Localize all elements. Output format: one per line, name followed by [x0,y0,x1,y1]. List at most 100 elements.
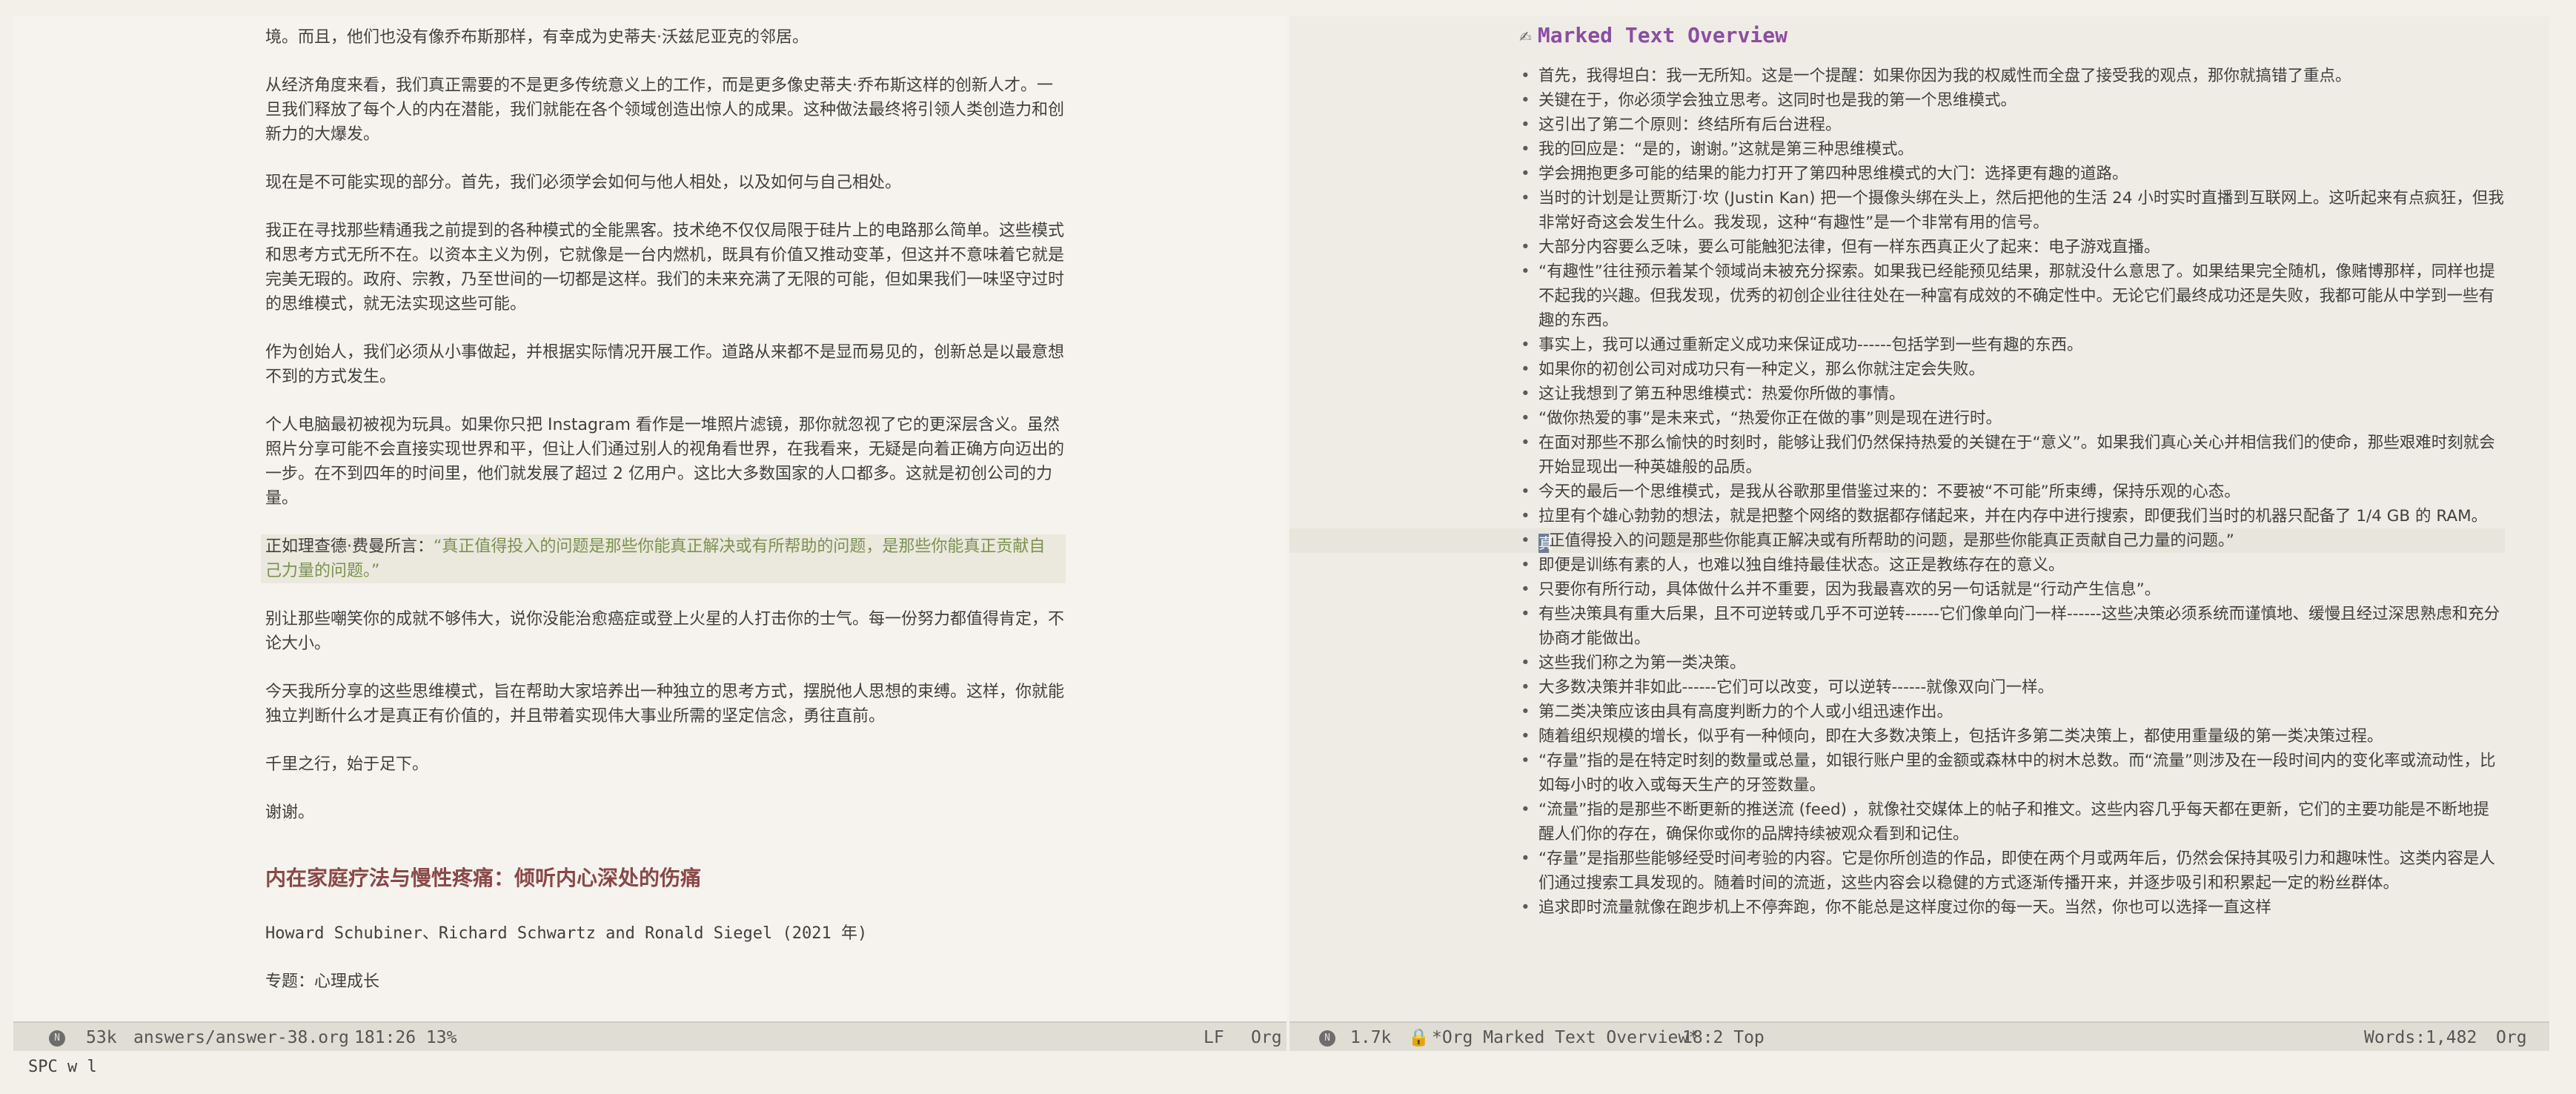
marked-text-item[interactable]: • 当时的计划是让贾斯汀·坎 (Justin Kan) 把一个摄像头绑在头上，然后… [1519,186,2505,235]
marked-text-item-text: 关键在于，你必须学会独立思考。这同时也是我的第一个思维模式。 [1538,91,2017,110]
bullet-icon: • [1521,654,1530,672]
marked-text-item[interactable]: • 如果你的初创公司对成功只有一种定义，那么你就注定会失败。 [1519,357,2505,382]
marked-text-item-text: 今天的最后一个思维模式，是我从谷歌那里借鉴过来的：不要被“不可能”所束缚，保持乐… [1538,483,2240,501]
marked-text-item[interactable]: • 这引出了第二个原则：终结所有后台进程。 [1519,113,2505,137]
left-editor-pane[interactable]: 境。而且，他们也没有像乔布斯那样，有幸成为史蒂夫·沃兹尼亚克的邻居。 从经济角度… [13,16,1287,1030]
marked-text-item[interactable]: • 真正值得投入的问题是那些你能真正解决或有所帮助的问题，是那些你能真正贡献自己力… [1289,528,2505,553]
bullet-icon: • [1521,703,1530,721]
modeline-left: N 53k answers/answer-38.org 181:26 13% L… [13,1021,1287,1051]
quote-lead: 正如理查德·费曼所言： [265,537,434,556]
marked-text-item-text: 在面对那些不那么愉快的时刻时，能够让我们仍然保持热爱的关键在于“意义”。如果我们… [1538,434,2495,477]
major-mode[interactable]: Org [1251,1023,1282,1051]
buffer-file-name[interactable]: answers/answer-38.org [133,1023,349,1051]
bullet-icon: • [1521,752,1530,770]
marked-text-item-text: 追求即时流量就像在跑步机上不停奔跑，你不能总是这样度过你的每一天。当然，你也可以… [1538,898,2272,917]
major-mode[interactable]: Org [2496,1023,2527,1051]
writing-hand-icon: ✍ [1519,23,1532,47]
marked-text-item-text: 大多数决策并非如此------它们可以改变，可以逆转------就像双向门一样。 [1538,678,2054,697]
bullet-icon: • [1521,91,1530,110]
buffer-state-icon: N [1319,1023,1335,1051]
marked-text-item[interactable]: • “流量”指的是那些不断更新的推送流 (feed) ，就像社交媒体上的帖子和推文… [1519,798,2505,846]
paragraph: 我正在寻找那些精通我之前提到的各种模式的全能黑客。技术绝不仅仅局限于硅片上的电路… [265,222,1065,314]
marked-text-item-text: 即便是训练有素的人，也难以独自维持最佳状态。这正是教练存在的意义。 [1538,556,2065,574]
marked-text-item-text: 正值得投入的问题是那些你能真正解决或有所帮助的问题，是那些你能真正贡献自己力量的… [1549,531,2234,550]
overview-title: ✍ Marked Text Overview [1519,21,2505,50]
paragraph: 别让那些嘲笑你的成就不够伟大，说你没能治愈癌症或登上火星的人打击你的士气。每一份… [265,610,1065,653]
marked-text-item[interactable]: • 今天的最后一个思维模式，是我从谷歌那里借鉴过来的：不要被“不可能”所束缚，保持… [1519,480,2505,504]
marked-text-item[interactable]: • “做你热爱的事”是未来式，“热爱你正在做的事”则是现在进行时。 [1519,406,2505,431]
marked-text-item-text: 这些我们称之为第一类决策。 [1538,654,1746,672]
org-heading: 内在家庭疗法与慢性疼痛：倾听内心深处的伤痛 [265,866,702,890]
bullet-icon: • [1521,849,1530,868]
topic-line: 专题：心理成长 [265,972,380,991]
marked-text-item[interactable]: • 首先，我得坦白：我一无所知。这是一个提醒：如果你因为我的权威性而全盘了接受我的… [1519,64,2505,88]
marked-text-item[interactable]: • 我的回应是：“是的，谢谢。”这就是第三种思维模式。 [1519,137,2505,162]
bullet-icon: • [1521,140,1530,159]
marked-text-item[interactable]: • 追求即时流量就像在跑步机上不停奔跑，你不能总是这样度过你的每一天。当然，你也可… [1519,895,2505,920]
marked-text-item[interactable]: • 这些我们称之为第一类决策。 [1519,651,2505,675]
paragraph: 千里之行，始于足下。 [265,755,429,774]
marked-text-list[interactable]: • 首先，我得坦白：我一无所知。这是一个提醒：如果你因为我的权威性而全盘了接受我的… [1289,64,2505,920]
marked-text-item-text: 当时的计划是让贾斯汀·坎 (Justin Kan) 把一个摄像头绑在头上，然后把… [1538,189,2504,232]
marked-text-item[interactable]: • 只要你有所行动，具体做什么并不重要，因为我最喜欢的另一句话就是“行动产生信息”… [1519,577,2505,602]
marked-text-item[interactable]: • 即便是训练有素的人，也难以独自维持最佳状态。这正是教练存在的意义。 [1519,553,2505,577]
marked-text-item[interactable]: • 在面对那些不那么愉快的时刻时，能够让我们仍然保持热爱的关键在于“意义”。如果我… [1519,431,2505,480]
cursor-position: 18:2 Top [1682,1028,1765,1047]
marked-text-item-text: “流量”指的是那些不断更新的推送流 (feed) ，就像社交媒体上的帖子和推文。… [1538,800,2489,843]
bullet-icon: • [1521,409,1530,428]
marked-text-item-text: 有些决策具有重大后果，且不可逆转或几乎不可逆转------它们像单向门一样---… [1538,605,2500,648]
bullet-icon: • [1521,165,1530,183]
marked-text-item-text: “做你热爱的事”是未来式，“热爱你正在做的事”则是现在进行时。 [1538,409,2002,428]
left-buffer-content[interactable]: 境。而且，他们也没有像乔布斯那样，有幸成为史蒂夫·沃兹尼亚克的邻居。 从经济角度… [261,25,1066,1018]
paragraph: 今天我所分享的这些思维模式，旨在帮助大家培养出一种独立的思考方式，摆脱他人思想的… [265,683,1065,726]
lock-icon: 🔒 [1408,1028,1430,1047]
marked-text-item-text: 随着组织规模的增长，似乎有一种倾向，即在大多数决策上，包括许多第二类决策上，都使… [1538,727,2383,746]
buffer-size: 1.7k [1350,1028,1392,1047]
bullet-icon: • [1521,238,1530,256]
marked-text-item[interactable]: • “存量”是指那些能够经受时间考验的内容。它是你所创造的作品，即使在两个月或两年… [1519,846,2505,895]
minibuffer[interactable]: SPC w l [28,1052,97,1082]
marked-text-item-text: “存量”是指那些能够经受时间考验的内容。它是你所创造的作品，即使在两个月或两年后… [1538,849,2495,892]
marked-text-item-text: 我的回应是：“是的，谢谢。”这就是第三种思维模式。 [1538,140,1914,159]
bullet-icon: • [1521,556,1530,574]
bullet-icon: • [1521,336,1530,354]
marked-text-item[interactable]: • 关键在于，你必须学会独立思考。这同时也是我的第一个思维模式。 [1519,88,2505,113]
bullet-icon: • [1521,605,1530,623]
marked-text-item-text: 拉里有个雄心勃勃的想法，就是把整个网络的数据都存储起来，并在内存中进行搜索，即便… [1538,507,2488,526]
line-ending[interactable]: LF [1204,1023,1224,1051]
marked-text-item-text: 学会拥抱更多可能的结果的能力打开了第四种思维模式的大门：选择更有趣的道路。 [1538,165,2128,183]
paragraph: 现在是不可能实现的部分。首先，我们必须学会如何与他人相处，以及如何与自己相处。 [265,173,902,192]
marked-text-item[interactable]: • 大多数决策并非如此------它们可以改变，可以逆转------就像双向门一样… [1519,675,2505,700]
marked-text-item[interactable]: • 有些决策具有重大后果，且不可逆转或几乎不可逆转------它们像单向门一样--… [1519,602,2505,651]
bullet-icon: • [1521,385,1530,403]
marked-text-item[interactable]: • 学会拥抱更多可能的结果的能力打开了第四种思维模式的大门：选择更有趣的道路。 [1519,162,2505,186]
marked-text-item[interactable]: • 第二类决策应该由具有高度判断力的个人或小组迅速作出。 [1519,700,2505,724]
bullet-icon: • [1521,507,1530,526]
right-editor-pane[interactable]: ✍ Marked Text Overview • 首先，我得坦白：我一无所知。这是一… [1289,16,2549,1030]
bullet-icon: • [1521,434,1530,452]
bullet-icon: • [1521,116,1530,134]
marked-text-item-text: “有趣性”往往预示着某个领域尚未被充分探索。如果我已经能预见结果，那就没什么意思… [1538,262,2495,330]
marked-text-item[interactable]: • “有趣性”往往预示着某个领域尚未被充分探索。如果我已经能预见结果，那就没什么意… [1519,259,2505,333]
paragraph: 谢谢。 [265,803,315,822]
marked-text-item-text: 大部分内容要么乏味，要么可能触犯法律，但有一样东西真正火了起来：电子游戏直播。 [1538,238,2160,256]
bullet-icon: • [1521,580,1530,599]
overview-buffer-content[interactable]: ✍ Marked Text Overview • 首先，我得坦白：我一无所知。这是一… [1289,21,2505,920]
word-count: Words:1,482 [2364,1028,2477,1047]
bullet-icon: • [1521,727,1530,746]
marked-text-item-text: “存量”指的是在特定时刻的数量或总量，如银行账户里的金额或森林中的树木总数。而“… [1538,752,2496,795]
marked-text-item-text: 首先，我得坦白：我一无所知。这是一个提醒：如果你因为我的权威性而全盘了接受我的观… [1538,67,2351,85]
marked-text-item[interactable]: • “存量”指的是在特定时刻的数量或总量，如银行账户里的金额或森林中的树木总数。而… [1519,749,2505,798]
bullet-icon: • [1521,800,1530,819]
buffer-state-icon: N [49,1023,65,1051]
buffer-name[interactable]: *Org Marked Text Overview* [1432,1023,1699,1051]
marked-text-item[interactable]: • 大部分内容要么乏味，要么可能触犯法律，但有一样东西真正火了起来：电子游戏直播。 [1519,235,2505,259]
bullet-icon: • [1521,262,1530,281]
marked-text-item[interactable]: • 事实上，我可以通过重新定义成功来保证成功------包括学到一些有趣的东西。 [1519,333,2505,357]
bullet-icon: • [1521,360,1530,379]
buffer-size: 53k [86,1028,117,1047]
marked-text-item[interactable]: • 随着组织规模的增长，似乎有一种倾向，即在大多数决策上，包括许多第二类决策上，都… [1519,724,2505,749]
marked-text-item[interactable]: • 这让我想到了第五种思维模式：热爱你所做的事情。 [1519,382,2505,406]
marked-text-item-text: 如果你的初创公司对成功只有一种定义，那么你就注定会失败。 [1538,360,1985,379]
marked-text-item[interactable]: • 拉里有个雄心勃勃的想法，就是把整个网络的数据都存储起来，并在内存中进行搜索，即… [1519,504,2505,528]
